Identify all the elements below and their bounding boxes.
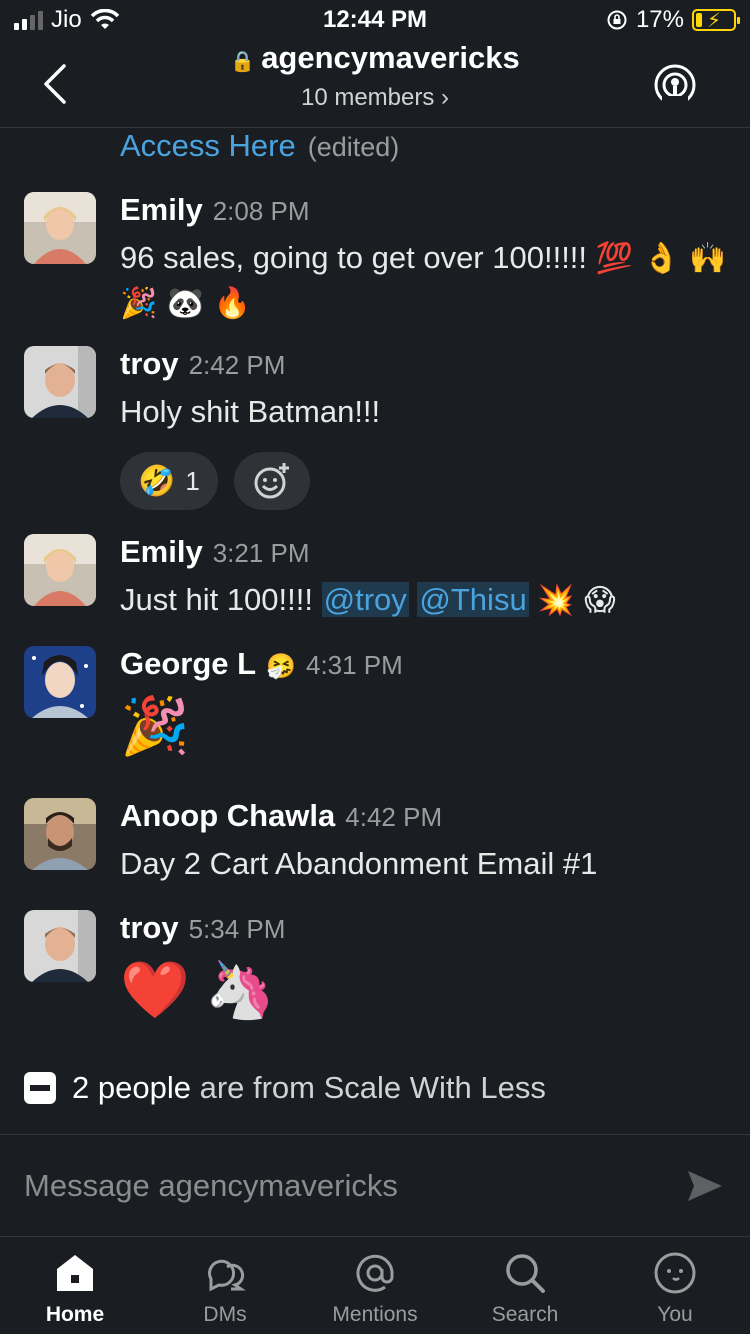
avatar[interactable] [24,534,96,606]
timestamp: 2:42 PM [188,350,286,380]
message-emojis: 🎉 [120,694,190,757]
clock: 12:44 PM [322,6,428,33]
chevron-right-icon: › [441,84,450,111]
send-icon[interactable] [684,1165,726,1207]
reaction-count: 1 [185,465,200,496]
message-text: 96 sales, going to get over 100!!!!! 💯 👌… [120,240,727,321]
message-item[interactable]: Anoop Chawla 4:42 PM Day 2 Cart Abandonme… [24,798,730,886]
status-emoji: 🤧 [266,652,296,680]
tab-label: Mentions [332,1303,418,1326]
avatar[interactable] [24,646,96,718]
add-reaction-button[interactable] [233,452,310,510]
avatar[interactable] [24,192,96,264]
message-item[interactable]: Emily 3:21 PM Just hit 100!!!! @troy @Thi… [24,534,730,623]
sender-name[interactable]: Emily [120,192,203,228]
avatar[interactable] [24,798,96,870]
people-note-text: are from Scale With Less [199,1070,546,1105]
carrier-label: Jio [51,6,82,33]
you-icon [654,1252,696,1294]
mention-thisu[interactable]: @Thisu [417,582,529,617]
tab-you[interactable]: You [600,1237,750,1334]
workspace-icon [24,1072,56,1104]
timestamp: 2:08 PM [212,196,310,226]
sender-name[interactable]: Emily [120,534,203,570]
sender-name[interactable]: troy [120,346,179,382]
message-emojis: 💥 😱 [537,583,616,618]
message-item[interactable]: Emily 2:08 PM 96 sales, going to get over… [24,192,730,326]
avatar[interactable] [24,346,96,418]
tab-dms[interactable]: DMs [150,1237,300,1334]
search-icon [506,1254,545,1293]
external-people-note[interactable]: 2 people are from Scale With Less [24,1070,546,1106]
huddle-icon[interactable] [652,62,698,108]
at-icon [356,1254,394,1292]
message-item[interactable]: troy 2:42 PM Holy shit Batman!!! 🤣 1 [24,346,730,510]
member-count-link[interactable]: 10 members › [0,84,750,112]
signal-icon [14,10,43,30]
dms-icon [208,1259,246,1292]
people-count: 2 people [72,1070,191,1105]
message-item[interactable]: George L 🤧 4:31 PM 🎉 [24,646,730,762]
message-text: Just hit 100!!!! @troy @Thisu 💥 😱 [120,582,616,618]
tab-label: Home [45,1303,105,1326]
add-emoji-icon [254,463,289,499]
sender-name[interactable]: Anoop Chawla [120,798,335,834]
timestamp: 5:34 PM [188,914,286,944]
home-icon [57,1255,93,1291]
message-text: Holy shit Batman!!! [120,394,381,429]
channel-title[interactable]: 🔒 agencymavericks [0,40,750,76]
reaction-pill[interactable]: 🤣 1 [120,452,218,510]
member-count: 10 members [300,84,435,111]
tab-label: You [657,1303,693,1326]
message-list[interactable]: Access Here (edited) Emily 2:08 PM 96 sale… [0,128,750,1134]
tab-home[interactable]: Home [0,1237,150,1334]
message-item[interactable]: troy 5:34 PM ❤️ 🦄 [24,910,730,1026]
message-composer [0,1134,750,1236]
tab-label: Search [491,1303,559,1326]
lock-icon: 🔒 [230,51,256,73]
message-emojis: ❤️ 🦄 [120,958,276,1021]
status-bar: Jio 12:44 PM 17% ⚡ [0,0,750,40]
channel-header: 🔒 agencymavericks 10 members › [0,40,750,128]
timestamp: 4:31 PM [305,650,403,680]
channel-name: agencymavericks [261,40,520,75]
timestamp: 4:42 PM [345,802,443,832]
email-link[interactable]: Day 2 Cart Abandonment Email #1 [120,842,730,886]
tab-search[interactable]: Search [450,1237,600,1334]
battery-percent: 17% [635,6,684,33]
access-here-link[interactable]: Access Here [120,128,296,163]
message-input[interactable] [24,1167,684,1204]
sender-name[interactable]: troy [120,910,179,946]
edited-message-tail: Access Here (edited) [120,128,399,164]
mention-troy[interactable]: @troy [321,582,409,617]
battery-icon: ⚡ [692,9,740,32]
avatar[interactable] [24,910,96,982]
sender-name[interactable]: George L [120,646,256,682]
rofl-emoji: 🤣 [138,463,176,499]
timestamp: 3:21 PM [212,538,310,568]
tab-bar: Home DMs Mentions Search You [0,1236,750,1334]
tab-mentions[interactable]: Mentions [300,1237,450,1334]
rotation-lock-icon [607,10,627,30]
wifi-icon [90,9,119,29]
edited-label: (edited) [307,132,400,162]
tab-label: DMs [203,1303,247,1326]
